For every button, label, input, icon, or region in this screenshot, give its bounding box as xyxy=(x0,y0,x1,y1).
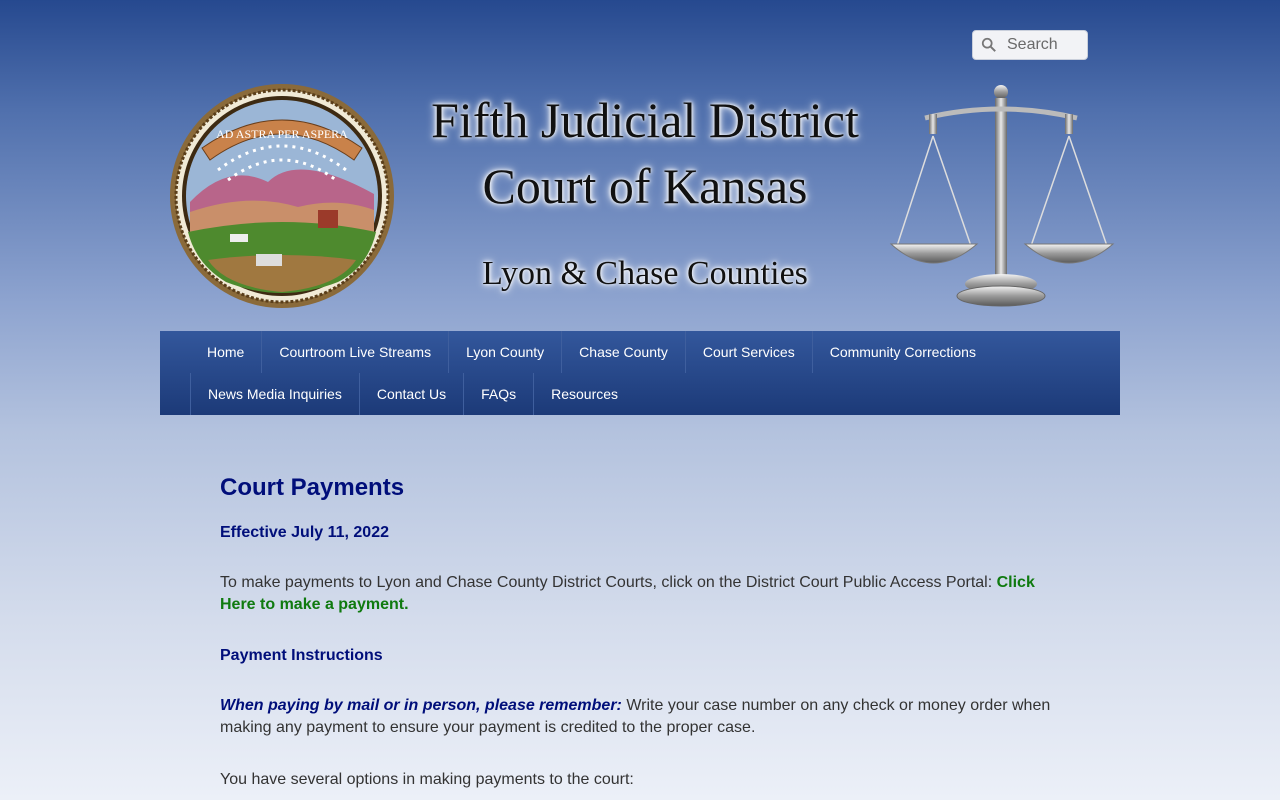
search-icon xyxy=(981,37,996,52)
intro-paragraph: To make payments to Lyon and Chase Count… xyxy=(220,572,1070,616)
banner-title: Fifth Judicial District Court of Kansas … xyxy=(390,88,900,296)
reminder-lead: When paying by mail or in person, please… xyxy=(220,697,622,714)
nav-item-chase-county[interactable]: Chase County xyxy=(562,331,686,373)
banner-line1: Fifth Judicial District xyxy=(431,92,859,148)
search-input[interactable] xyxy=(1005,35,1087,55)
nav-item-home[interactable]: Home xyxy=(190,331,263,373)
nav-row-1: Home Courtroom Live Streams Lyon County … xyxy=(190,331,993,373)
nav-item-lyon-county[interactable]: Lyon County xyxy=(449,331,563,373)
scales-of-justice-icon xyxy=(889,85,1115,307)
nav-item-news-media-inquiries[interactable]: News Media Inquiries xyxy=(190,373,360,415)
intro-text: To make payments to Lyon and Chase Count… xyxy=(220,574,997,591)
nav-item-resources[interactable]: Resources xyxy=(534,373,635,415)
reminder-paragraph: When paying by mail or in person, please… xyxy=(220,695,1070,739)
nav-item-courtroom-live-streams[interactable]: Courtroom Live Streams xyxy=(262,331,450,373)
banner-line2: Court of Kansas xyxy=(482,158,808,214)
nav-item-community-corrections[interactable]: Community Corrections xyxy=(813,331,993,373)
options-paragraph: You have several options in making payme… xyxy=(220,771,634,788)
effective-date: Effective July 11, 2022 xyxy=(220,524,389,541)
main-navigation: Home Courtroom Live Streams Lyon County … xyxy=(160,331,1120,415)
payment-instructions-heading: Payment Instructions xyxy=(220,647,383,664)
banner-line3: Lyon & Chase Counties xyxy=(482,255,808,292)
page-title: Court Payments xyxy=(220,474,405,501)
nav-item-court-services[interactable]: Court Services xyxy=(686,331,813,373)
kansas-seal-logo: AD ASTRA PER ASPERA xyxy=(170,84,394,308)
search-box[interactable] xyxy=(972,30,1088,60)
nav-row-2: News Media Inquiries Contact Us FAQs Res… xyxy=(190,373,635,415)
main-content: Court Payments Effective July 11, 2022 T… xyxy=(220,470,1070,791)
nav-item-faqs[interactable]: FAQs xyxy=(464,373,535,415)
nav-item-contact-us[interactable]: Contact Us xyxy=(360,373,465,415)
seal-motto: AD ASTRA PER ASPERA xyxy=(216,127,348,141)
